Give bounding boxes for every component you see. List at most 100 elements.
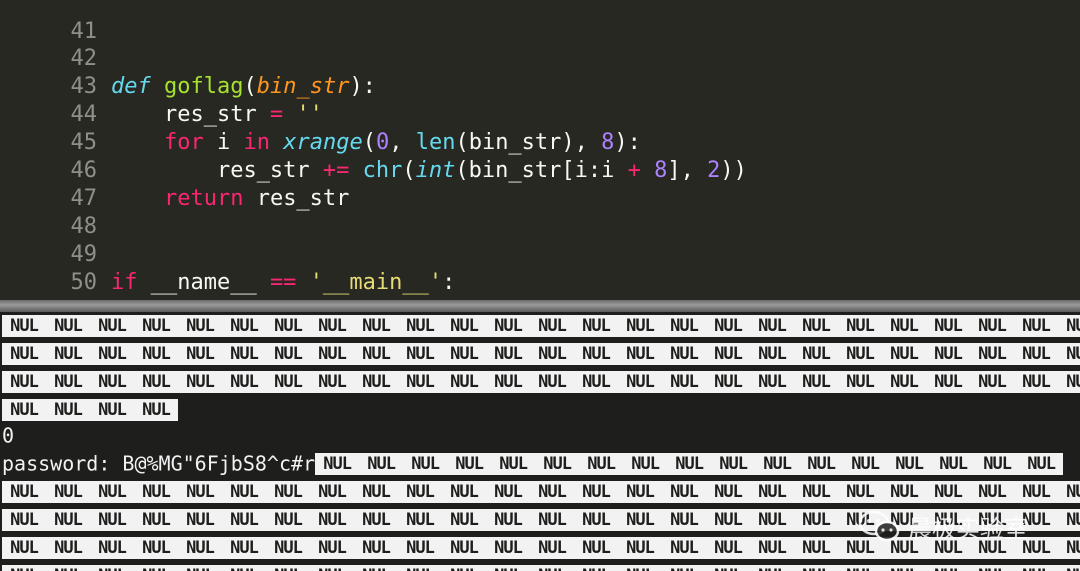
nul-glyph: NUL: [266, 564, 310, 571]
nul-glyph: NUL: [398, 314, 442, 337]
number: 2: [707, 158, 721, 183]
nul-glyph: NUL: [794, 370, 838, 393]
nul-glyph: NUL: [1058, 314, 1080, 337]
nul-glyph: NUL: [266, 480, 310, 503]
nul-glyph: NUL: [1058, 508, 1080, 531]
nul-glyph: NUL: [530, 342, 574, 365]
nul-glyph: NUL: [574, 314, 618, 337]
nul-glyph: NUL: [574, 342, 618, 365]
nul-glyph: NUL: [46, 342, 90, 365]
code-line-45: 45 for i in xrange(0, len(bin_str), 8):: [0, 101, 640, 155]
nul-glyph: NUL: [706, 314, 750, 337]
output-line-zero: 0: [2, 420, 14, 448]
nul-glyph: NUL: [931, 452, 976, 475]
nul-glyph: NUL: [530, 508, 574, 531]
nul-glyph: NUL: [1014, 480, 1058, 503]
nul-glyph: NUL: [398, 342, 442, 365]
punct: ):: [349, 74, 376, 99]
nul-glyph: NUL: [442, 370, 486, 393]
nul-glyph: NUL: [662, 564, 706, 571]
nul-glyph: NUL: [2, 398, 46, 421]
nul-glyph: NUL: [662, 536, 706, 559]
nul-glyph: NUL: [662, 314, 706, 337]
nul-glyph: NUL: [838, 314, 882, 337]
nul-glyph: NUL: [618, 370, 662, 393]
nul-glyph: NUL: [442, 480, 486, 503]
nul-glyph: NUL: [2, 480, 46, 503]
nul-glyph: NUL: [354, 508, 398, 531]
nul-glyph: NUL: [843, 452, 888, 475]
output-line-nul-3: NUL NUL NUL NUL NUL NUL NUL NUL NUL NUL NUL NUL NUL N…: [2, 366, 1080, 394]
nul-glyph: NUL: [486, 370, 530, 393]
nul-glyph: NUL: [706, 370, 750, 393]
nul-glyph: NUL: [1058, 564, 1080, 571]
nul-glyph: NUL: [486, 480, 530, 503]
nul-glyph: NUL: [442, 536, 486, 559]
punct: ],: [667, 158, 708, 183]
nul-glyph: NUL: [618, 508, 662, 531]
nul-glyph: NUL: [398, 480, 442, 503]
nul-glyph: NUL: [222, 370, 266, 393]
nul-glyph: NUL: [750, 536, 794, 559]
nul-glyph: NUL: [310, 314, 354, 337]
nul-glyph: NUL: [794, 536, 838, 559]
code-line-49: 49: [0, 213, 97, 267]
watermark-text: 晨极实验室: [908, 514, 1028, 543]
nul-glyph: NUL: [46, 314, 90, 337]
nul-glyph: NUL: [574, 480, 618, 503]
nul-glyph: NUL: [662, 508, 706, 531]
nul-glyph: NUL: [618, 536, 662, 559]
nul-glyph: NUL: [134, 370, 178, 393]
nul-glyph: NUL: [755, 452, 800, 475]
code-line-46: 46 res_str += chr(int(bin_str[i:i + 8], …: [0, 129, 746, 183]
panel-splitter[interactable]: [0, 300, 1080, 312]
nul-glyph: NUL: [574, 536, 618, 559]
nul-glyph: NUL: [310, 536, 354, 559]
nul-glyph: NUL: [447, 452, 492, 475]
nul-glyph: NUL: [46, 508, 90, 531]
nul-glyph: NUL: [794, 564, 838, 571]
nul-glyph: NUL: [975, 452, 1020, 475]
nul-glyph: NUL: [838, 342, 882, 365]
nul-glyph: NUL: [887, 452, 932, 475]
nul-glyph: NUL: [1014, 314, 1058, 337]
nul-glyph: NUL: [354, 342, 398, 365]
nul-glyph: NUL: [926, 314, 970, 337]
nul-glyph: NUL: [711, 452, 756, 475]
nul-glyph: NUL: [134, 536, 178, 559]
nul-glyph: NUL: [706, 342, 750, 365]
nul-glyph: NUL: [882, 342, 926, 365]
nul-glyph: NUL: [794, 342, 838, 365]
nul-glyph: NUL: [882, 370, 926, 393]
nul-glyph: NUL: [1058, 370, 1080, 393]
nul-glyph: NUL: [618, 342, 662, 365]
nul-glyph: NUL: [706, 536, 750, 559]
output-line-nul-2: NUL NUL NUL NUL NUL NUL NUL NUL NUL NUL NUL NUL NUL N…: [2, 338, 1080, 366]
nul-glyph: NUL: [618, 314, 662, 337]
nul-glyph: NUL: [794, 480, 838, 503]
nul-glyph: NUL: [491, 452, 536, 475]
code-line-51: 51 solve_stego(): [0, 269, 336, 300]
nul-glyph: NUL: [222, 342, 266, 365]
nul-glyph: NUL: [2, 508, 46, 531]
nul-glyph: NUL: [535, 452, 580, 475]
nul-glyph: NUL: [530, 370, 574, 393]
nul-glyph: NUL: [359, 452, 404, 475]
code-line-48: 48: [0, 185, 97, 239]
nul-glyph: NUL: [354, 314, 398, 337]
nul-glyph: NUL: [1014, 342, 1058, 365]
code-line-43: 43 def goflag(bin_str):: [0, 45, 375, 99]
nul-glyph: NUL: [442, 508, 486, 531]
nul-glyph: NUL: [134, 480, 178, 503]
nul-glyph: NUL: [90, 536, 134, 559]
nul-glyph: NUL: [970, 564, 1014, 571]
nul-glyph: NUL: [46, 370, 90, 393]
nul-glyph: NUL: [1014, 564, 1058, 571]
nul-glyph: NUL: [442, 342, 486, 365]
code-editor[interactable]: 41 42 43 def goflag(bin_str): 44 res_str …: [0, 0, 1080, 300]
nul-glyph: NUL: [970, 314, 1014, 337]
nul-glyph: NUL: [310, 342, 354, 365]
nul-glyph: NUL: [315, 452, 360, 475]
wechat-icon: [858, 510, 900, 542]
